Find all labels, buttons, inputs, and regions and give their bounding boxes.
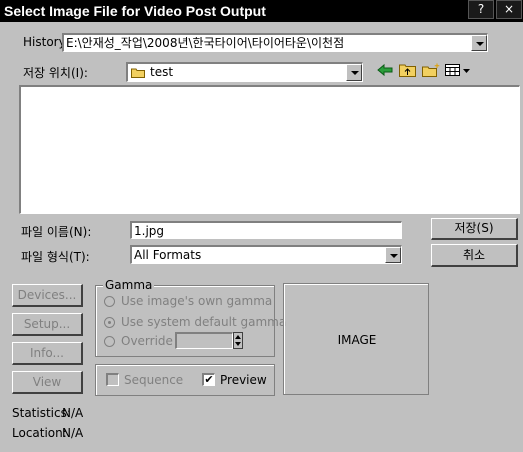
gamma-own-label: Use image's own gamma	[121, 294, 273, 308]
history-combo[interactable]: E:\안재성_작업\2008년\한국타이어\타이어타운\이천점	[62, 33, 488, 52]
help-button[interactable]: ?	[468, 0, 494, 19]
save-location-folder: test	[150, 65, 174, 79]
file-name-label: 파일 이름(N):	[21, 225, 92, 239]
history-path: E:\안재성_작업\2008년\한국타이어\타이어타운\이천점	[66, 36, 345, 50]
close-button[interactable]: ×	[496, 0, 522, 19]
preview-checkbox[interactable]: ✔	[202, 373, 215, 386]
gamma-spinner[interactable]	[233, 332, 243, 349]
gamma-own-radio[interactable]	[104, 296, 115, 307]
setup-button[interactable]: Setup...	[12, 313, 83, 336]
gamma-system-label: Use system default gamma	[121, 315, 287, 329]
title-bar: Select Image File for Video Post Output …	[0, 0, 523, 22]
file-name-value: 1.jpg	[134, 224, 165, 238]
file-type-combo[interactable]: All Formats	[130, 245, 402, 264]
folder-icon	[131, 67, 145, 78]
save-button[interactable]: 저장(S)	[431, 218, 518, 240]
gamma-override-radio[interactable]	[104, 336, 115, 347]
save-location-combo[interactable]: test	[126, 62, 363, 82]
gamma-override-input[interactable]	[175, 332, 233, 349]
image-preview-label: IMAGE	[337, 333, 377, 347]
location-label: Location:	[12, 426, 67, 440]
gamma-system-radio[interactable]	[104, 317, 115, 328]
preview-label: Preview	[220, 373, 267, 387]
chevron-down-icon[interactable]	[471, 35, 487, 51]
image-preview: IMAGE	[283, 283, 429, 395]
cancel-button[interactable]: 취소	[431, 244, 518, 267]
location-value: N/A	[62, 426, 84, 440]
folder-up-icon[interactable]	[398, 63, 418, 81]
back-arrow-icon[interactable]	[375, 63, 395, 81]
chevron-down-icon[interactable]	[346, 64, 362, 81]
gamma-group-title: Gamma	[103, 278, 155, 292]
view-button[interactable]: View	[12, 371, 83, 394]
info-button[interactable]: Info...	[12, 342, 83, 365]
sequence-checkbox[interactable]	[106, 373, 119, 386]
new-folder-icon[interactable]	[421, 63, 441, 81]
file-type-value: All Formats	[134, 248, 202, 262]
devices-button[interactable]: Devices...	[12, 284, 83, 307]
file-list[interactable]	[19, 85, 520, 214]
view-menu-icon[interactable]	[445, 63, 471, 81]
sequence-label: Sequence	[124, 373, 184, 387]
statistics-value: N/A	[62, 406, 84, 420]
save-location-label: 저장 위치(I):	[23, 66, 88, 80]
file-type-label: 파일 형식(T):	[21, 250, 90, 264]
window-title: Select Image File for Video Post Output	[4, 3, 266, 19]
chevron-down-icon[interactable]	[385, 247, 401, 263]
file-name-input[interactable]: 1.jpg	[130, 221, 402, 239]
gamma-override-label: Override	[121, 334, 173, 348]
